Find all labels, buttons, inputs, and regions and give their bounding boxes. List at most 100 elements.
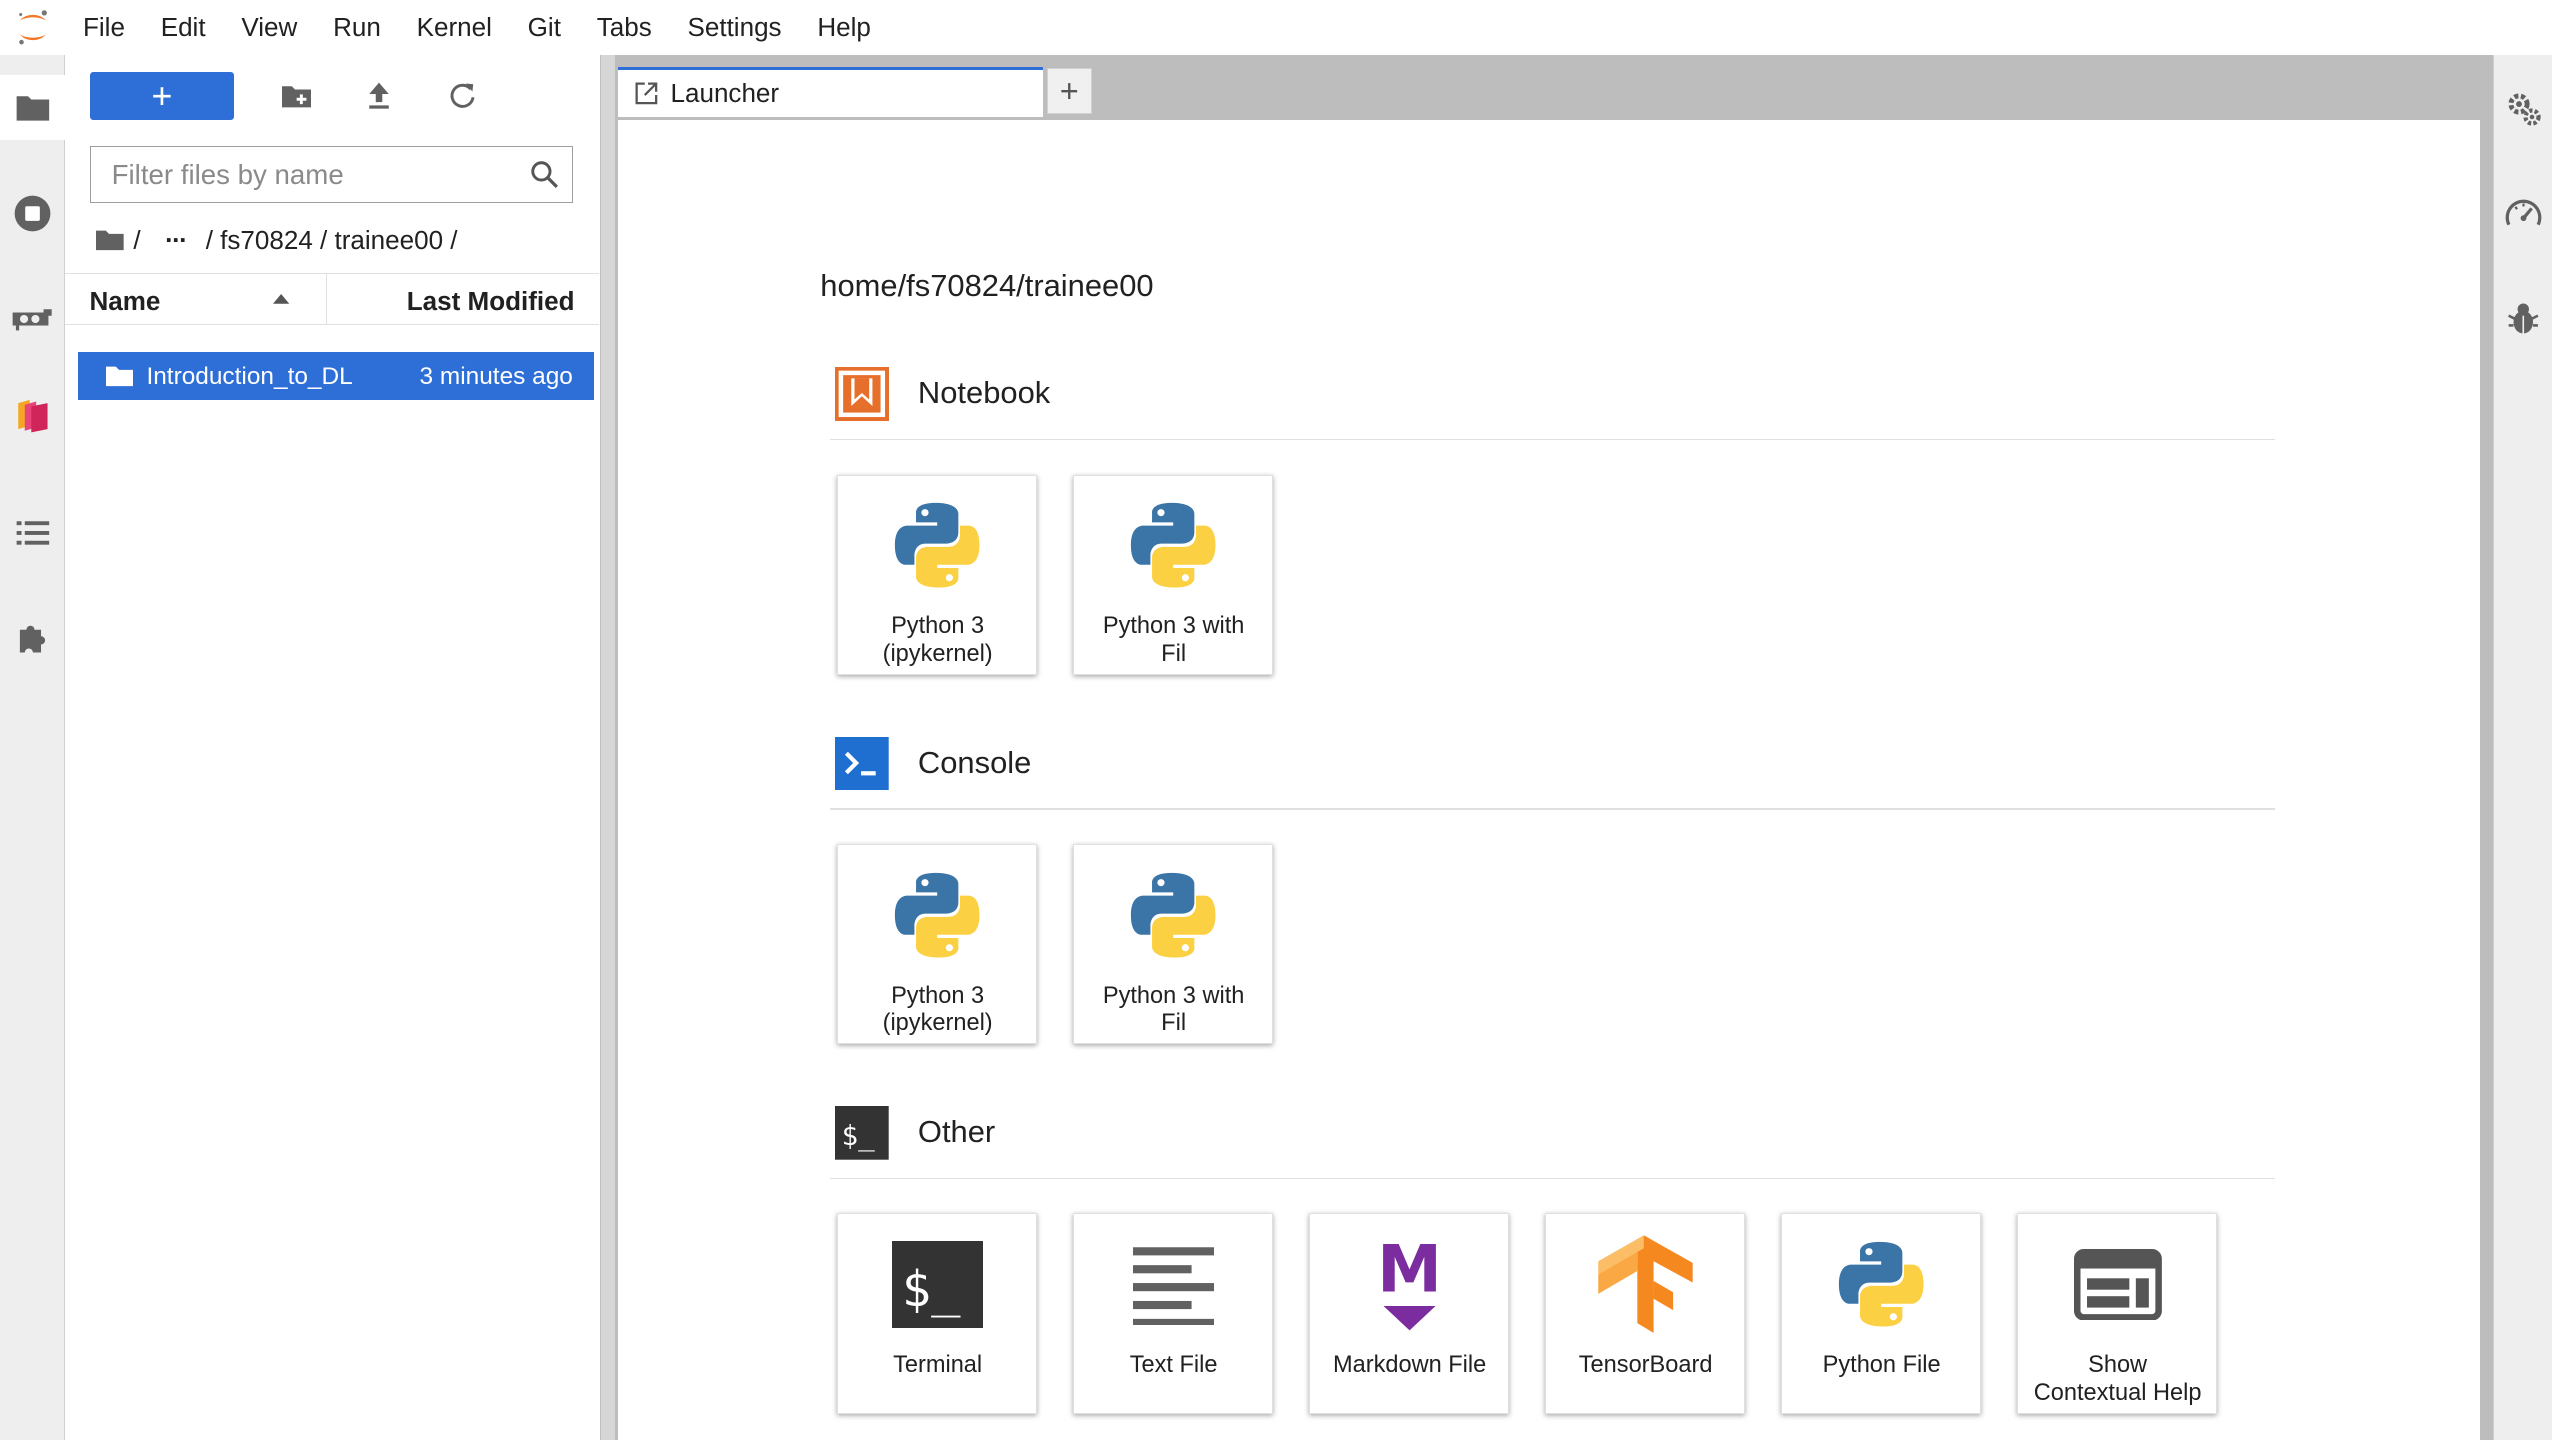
section-divider [830, 808, 2276, 810]
launcher-card-terminal[interactable]: $_ Terminal [836, 1213, 1038, 1414]
terminal-icon: $_ [838, 1228, 1038, 1342]
column-divider[interactable] [325, 274, 328, 325]
contextual-help-icon [2018, 1228, 2218, 1342]
refresh-button[interactable] [441, 75, 483, 117]
name-column-header[interactable]: Name [90, 286, 161, 317]
markdown-icon: M [1310, 1228, 1510, 1342]
launcher-cwd: home/fs70824/trainee00 [820, 267, 1154, 303]
menu-settings[interactable]: Settings [670, 0, 800, 55]
section-title-notebook: Notebook [917, 375, 1051, 411]
notebook-icon [834, 367, 889, 421]
launcher-card-notebook-python3-fil[interactable]: Python 3 with Fil [1072, 474, 1274, 675]
card-label: Python 3 with Fil [1102, 981, 1245, 1036]
tab-launcher[interactable]: Launcher [618, 66, 1044, 118]
jupyterlab-window: File Edit View Run Kernel Git Tabs Setti… [0, 0, 2552, 1440]
file-list-header: Name Last Modified [65, 273, 599, 326]
python-icon [838, 858, 1038, 972]
tab-bar: Launcher + [615, 55, 2494, 118]
card-label: Show Contextual Help [2033, 1351, 2202, 1405]
section-title-other: Other [917, 1114, 996, 1150]
running-sessions-tab[interactable] [0, 181, 65, 246]
plus-icon: + [151, 75, 173, 116]
new-tab-button[interactable]: + [1046, 68, 1093, 114]
launcher-card-python-file[interactable]: Python File [1780, 1213, 1982, 1414]
menu-view[interactable]: View [223, 0, 315, 55]
folder-icon [16, 96, 49, 121]
python-icon [838, 489, 1038, 603]
breadcrumb-root[interactable]: / [133, 225, 140, 256]
file-name: Introduction_to_DL [146, 362, 353, 390]
launcher-card-contextual-help[interactable]: Show Contextual Help [2016, 1213, 2218, 1414]
console-icon [834, 736, 889, 791]
gpu-icon [13, 309, 53, 331]
list-icon [16, 520, 49, 545]
python-icon [1782, 1228, 1982, 1342]
card-label: Terminal [893, 1351, 983, 1378]
breadcrumb-path[interactable]: / fs70824 / trainee00 / [206, 225, 458, 256]
file-browser-toolbar: + [89, 72, 484, 121]
upload-button[interactable] [358, 75, 400, 117]
property-inspector-tab[interactable] [2494, 80, 2552, 139]
tensorboard-icon [1546, 1228, 1746, 1342]
section-divider [830, 1177, 2276, 1180]
right-sidebar [2493, 55, 2552, 1440]
menu-kernel[interactable]: Kernel [399, 0, 510, 55]
menu-git[interactable]: Git [510, 0, 579, 55]
search-icon [530, 161, 558, 189]
resource-monitor-tab[interactable] [2494, 186, 2552, 245]
upload-icon [369, 82, 389, 110]
card-label: Markdown File [1332, 1351, 1487, 1378]
debugger-tab[interactable] [2494, 290, 2552, 349]
file-modified-time: 3 minutes ago [419, 362, 573, 390]
section-divider [830, 438, 2276, 441]
launcher-card-notebook-python3[interactable]: Python 3 (ipykernel) [836, 474, 1038, 675]
card-label: Python 3 with Fil [1102, 612, 1245, 666]
breadcrumb-ellipsis[interactable]: ··· [165, 225, 188, 256]
launcher-panel: home/fs70824/trainee00 Notebook Python 3… [618, 120, 2481, 1440]
launcher-card-markdown-file[interactable]: M Markdown File [1308, 1213, 1510, 1414]
new-folder-button[interactable] [275, 75, 317, 117]
panel-splitter[interactable] [600, 55, 616, 1440]
launcher-card-tensorboard[interactable]: TensorBoard [1544, 1213, 1746, 1414]
file-browser-tab[interactable] [0, 74, 66, 140]
menu-file[interactable]: File [65, 0, 143, 55]
gpu-dashboard-tab[interactable] [0, 286, 65, 351]
gauge-icon [2505, 199, 2542, 226]
puzzle-icon [19, 625, 45, 653]
plus-icon: + [1059, 72, 1079, 109]
text-file-icon [1074, 1228, 1274, 1342]
stacked-cards-icon [17, 400, 48, 433]
svg-text:$_: $_ [902, 1261, 961, 1318]
filter-files-input[interactable] [108, 157, 522, 193]
card-label: TensorBoard [1578, 1351, 1713, 1378]
table-of-contents-tab[interactable] [0, 500, 65, 565]
home-folder-icon[interactable] [96, 229, 124, 252]
left-sidebar [0, 55, 66, 1440]
extension-manager-tab[interactable] [0, 605, 65, 670]
launcher-card-console-python3-fil[interactable]: Python 3 with Fil [1072, 844, 1273, 1045]
gears-icon [2508, 93, 2541, 126]
menu-run[interactable]: Run [315, 0, 399, 55]
bug-icon [2508, 303, 2539, 334]
launcher-tab-icon [635, 82, 658, 105]
filter-files-field[interactable] [89, 146, 573, 204]
new-launcher-button[interactable]: + [89, 72, 235, 120]
file-list-item[interactable]: Introduction_to_DL 3 minutes ago [78, 351, 595, 401]
new-folder-icon [281, 86, 311, 108]
card-label: Text File [1129, 1351, 1218, 1378]
launcher-card-console-python3[interactable]: Python 3 (ipykernel) [836, 844, 1038, 1045]
tab-label: Launcher [670, 77, 780, 108]
svg-text:M: M [1377, 1236, 1442, 1307]
menu-edit[interactable]: Edit [143, 0, 224, 55]
launcher-card-text-file[interactable]: Text File [1072, 1213, 1274, 1414]
svg-text:$_: $_ [841, 1119, 875, 1153]
card-label: Python 3 (ipykernel) [882, 612, 993, 666]
card-label: Python 3 (ipykernel) [882, 981, 993, 1036]
last-modified-column-header[interactable]: Last Modified [407, 286, 575, 317]
menu-tabs[interactable]: Tabs [579, 0, 670, 55]
main-area-scrollbar[interactable] [2480, 120, 2494, 1440]
sort-ascending-icon [273, 293, 290, 304]
python-icon [1074, 489, 1274, 603]
menu-help[interactable]: Help [799, 0, 888, 55]
extension-tab[interactable] [0, 382, 65, 447]
